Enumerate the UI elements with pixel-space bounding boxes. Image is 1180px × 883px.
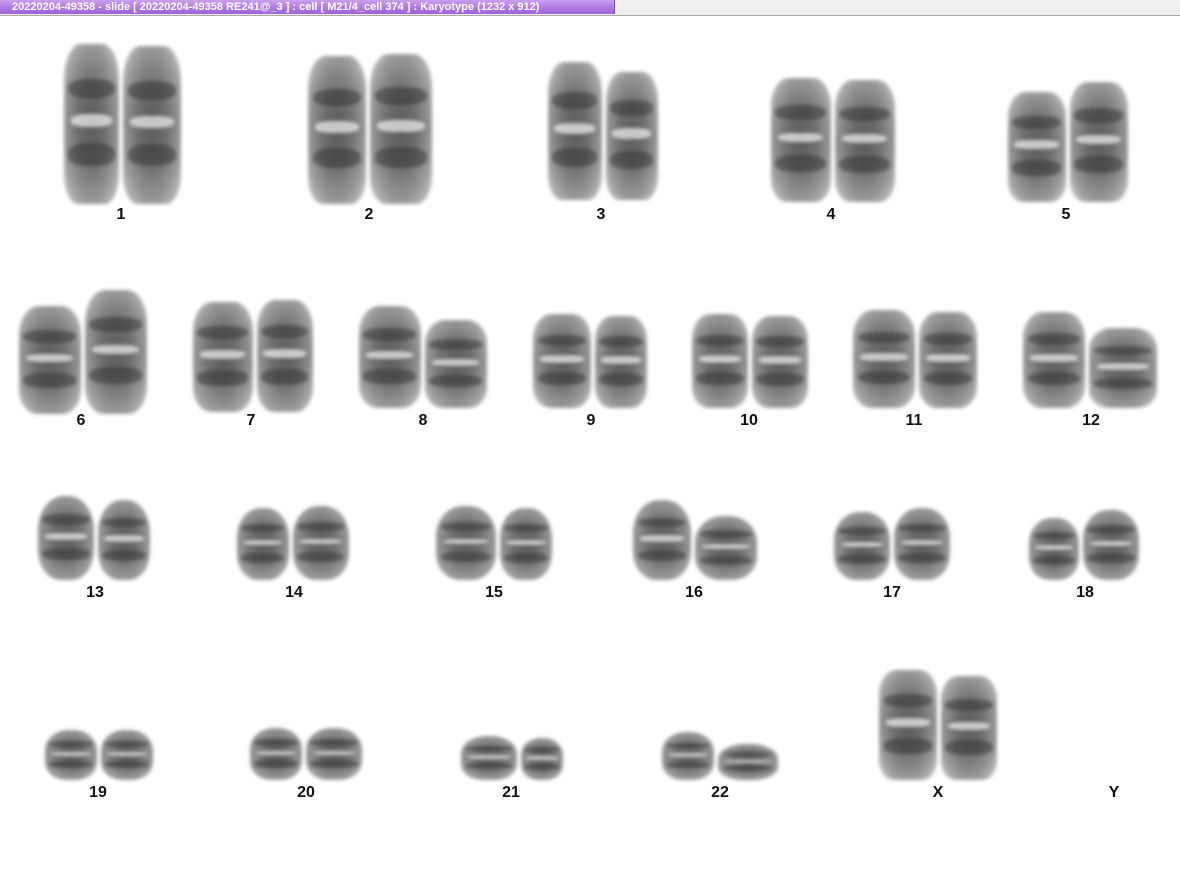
chromosome-label-X: X bbox=[932, 784, 944, 801]
chromosome-16a bbox=[633, 500, 691, 580]
chromosome-7a bbox=[192, 302, 253, 412]
chromosome-label-14: 14 bbox=[285, 584, 303, 601]
chromosome-2a bbox=[308, 56, 366, 204]
chromosome-1b bbox=[123, 46, 181, 204]
chromosome-label-22: 22 bbox=[711, 784, 729, 801]
chromosome-5a bbox=[1007, 92, 1066, 202]
chromosome-label-11: 11 bbox=[905, 412, 923, 429]
chromosome-pair-15[interactable] bbox=[428, 504, 560, 580]
chromosome-label-20: 20 bbox=[297, 784, 315, 801]
chromosome-Xb bbox=[941, 676, 997, 780]
window-title: 20220204-49358 - slide [ 20220204-49358 … bbox=[12, 1, 540, 13]
chromosome-label-4: 4 bbox=[826, 206, 836, 223]
chromosome-10a bbox=[692, 314, 748, 408]
chromosome-label-Y: Y bbox=[1108, 784, 1120, 801]
chromosome-16b bbox=[695, 516, 757, 580]
chromosome-14b bbox=[292, 506, 349, 580]
chromosome-label-17: 17 bbox=[883, 584, 901, 601]
chromosome-label-9: 9 bbox=[586, 412, 596, 429]
chromosome-11a bbox=[853, 310, 915, 408]
chromosome-label-10: 10 bbox=[740, 412, 758, 429]
chromosome-15b bbox=[500, 508, 552, 580]
chromosome-pair-4[interactable] bbox=[760, 74, 905, 202]
chromosome-label-3: 3 bbox=[596, 206, 606, 223]
chromosome-1a bbox=[64, 44, 119, 204]
karyotype-canvas: 1 2 3 4 5 6 7 8 9 10 11 12 13 14 15 16 1… bbox=[0, 16, 1180, 883]
chromosome-13b bbox=[98, 500, 150, 580]
chromosome-pair-12[interactable] bbox=[1015, 310, 1165, 408]
chromosome-label-18: 18 bbox=[1076, 584, 1094, 601]
chromosome-pair-5[interactable] bbox=[1000, 78, 1135, 202]
chromosome-11b bbox=[919, 312, 977, 408]
chromosome-pair-10[interactable] bbox=[686, 312, 814, 408]
chromosome-20b bbox=[306, 728, 362, 780]
chromosome-19b bbox=[101, 730, 153, 780]
chromosome-pair-20[interactable] bbox=[244, 726, 368, 780]
chromosome-pair-X[interactable] bbox=[870, 668, 1006, 780]
chromosome-pair-3[interactable] bbox=[540, 60, 665, 200]
window-title-tab[interactable]: 20220204-49358 - slide [ 20220204-49358 … bbox=[0, 0, 615, 14]
chromosome-label-13: 13 bbox=[86, 584, 104, 601]
chromosome-label-7: 7 bbox=[246, 412, 256, 429]
chromosome-Xa bbox=[879, 670, 937, 780]
chromosome-17b bbox=[894, 508, 950, 580]
chromosome-label-2: 2 bbox=[364, 206, 374, 223]
chromosome-label-6: 6 bbox=[76, 412, 86, 429]
chromosome-6b bbox=[84, 290, 147, 414]
chromosome-pair-1[interactable] bbox=[45, 36, 200, 204]
chromosome-8a bbox=[358, 306, 421, 408]
chromosome-label-16: 16 bbox=[685, 584, 703, 601]
chromosome-3b bbox=[605, 72, 658, 200]
chromosome-pair-21[interactable] bbox=[455, 732, 569, 780]
chromosome-18b bbox=[1083, 510, 1139, 580]
chromosome-pair-14[interactable] bbox=[230, 504, 355, 580]
chromosome-19a bbox=[45, 730, 97, 780]
chromosome-12b bbox=[1089, 328, 1157, 408]
chromosome-pair-19[interactable] bbox=[36, 728, 162, 780]
chromosome-21b bbox=[521, 738, 563, 780]
chromosome-label-21: 21 bbox=[502, 784, 520, 801]
chromosome-label-15: 15 bbox=[485, 584, 503, 601]
chromosome-label-12: 12 bbox=[1082, 412, 1100, 429]
window-title-bar: 20220204-49358 - slide [ 20220204-49358 … bbox=[0, 0, 1180, 16]
chromosome-4b bbox=[834, 80, 895, 202]
chromosome-7b bbox=[256, 300, 313, 412]
chromosome-pair-11[interactable] bbox=[845, 308, 985, 408]
chromosome-pair-6[interactable] bbox=[10, 288, 155, 414]
chromosome-21a bbox=[461, 736, 517, 780]
chromosome-3a bbox=[547, 62, 602, 200]
chromosome-2b bbox=[370, 54, 432, 204]
chromosome-9b bbox=[595, 316, 647, 408]
chromosome-22a bbox=[662, 732, 714, 780]
chromosome-pair-17[interactable] bbox=[826, 504, 958, 580]
chromosome-22b bbox=[718, 744, 778, 780]
chromosome-10b bbox=[752, 316, 808, 408]
chromosome-label-1: 1 bbox=[116, 206, 126, 223]
chromosome-pair-8[interactable] bbox=[350, 302, 495, 408]
chromosome-18a bbox=[1029, 518, 1079, 580]
chromosome-pair-16[interactable] bbox=[628, 498, 762, 580]
chromosome-pair-2[interactable] bbox=[295, 50, 445, 204]
chromosome-20a bbox=[250, 728, 302, 780]
chromosome-15a bbox=[436, 506, 496, 580]
chromosome-12a bbox=[1023, 312, 1085, 408]
chromosome-8b bbox=[424, 320, 487, 408]
chromosome-pair-22[interactable] bbox=[655, 730, 785, 780]
chromosome-pair-13[interactable] bbox=[28, 494, 160, 580]
chromosome-9a bbox=[533, 314, 591, 408]
chromosome-13a bbox=[38, 496, 94, 580]
chromosome-5b bbox=[1069, 82, 1128, 202]
chromosome-pair-9[interactable] bbox=[525, 310, 655, 408]
chromosome-14a bbox=[236, 508, 289, 580]
chromosome-6a bbox=[18, 306, 81, 414]
chromosome-pair-18[interactable] bbox=[1022, 508, 1146, 580]
chromosome-17a bbox=[834, 512, 890, 580]
chromosome-pair-7[interactable] bbox=[185, 298, 320, 412]
chromosome-label-5: 5 bbox=[1061, 206, 1071, 223]
chromosome-4a bbox=[770, 78, 831, 202]
chromosome-label-19: 19 bbox=[89, 784, 107, 801]
chromosome-label-8: 8 bbox=[418, 412, 428, 429]
